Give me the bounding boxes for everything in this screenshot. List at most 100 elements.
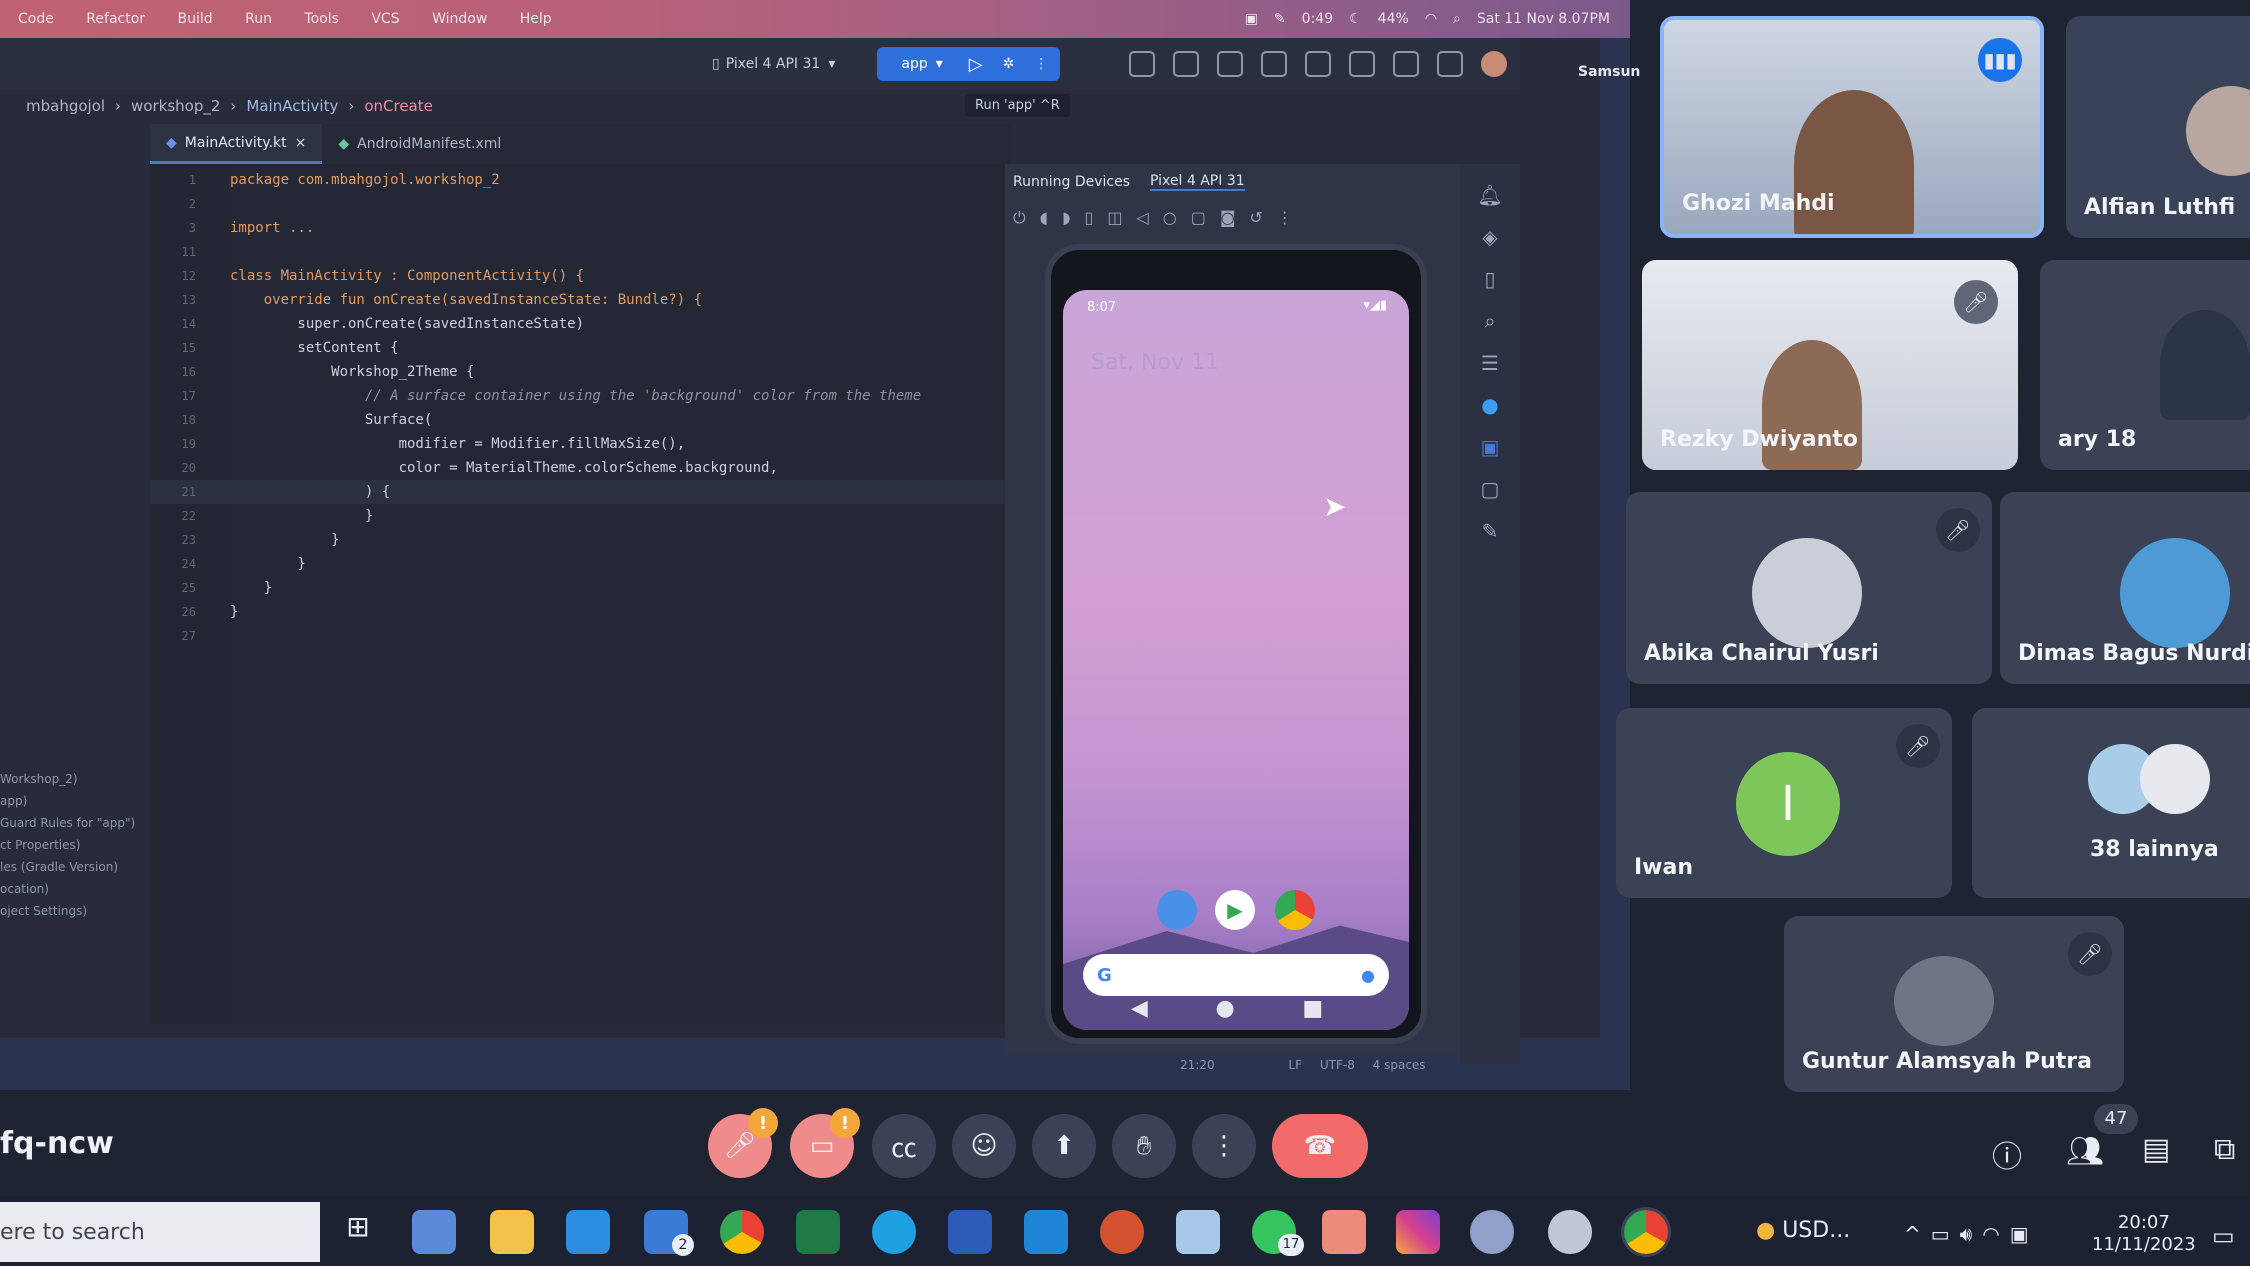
avd-icon[interactable] xyxy=(1305,51,1332,77)
participant-tile[interactable]: 🎤︎ Guntur Alamsyah Putra xyxy=(1784,916,2124,1092)
raise-hand-button[interactable]: ✋︎ xyxy=(1112,1114,1176,1178)
present-button[interactable]: ⬆ xyxy=(1032,1114,1096,1178)
code-line[interactable]: 20 color = MaterialTheme.colorScheme.bac… xyxy=(150,456,1010,480)
tab-mainactivity[interactable]: ◆ MainActivity.kt × xyxy=(150,124,323,164)
structure-icon[interactable]: ☰ xyxy=(1460,342,1520,384)
code-line[interactable]: 21 ) { xyxy=(150,480,1010,504)
menu-refactor[interactable]: Refactor xyxy=(86,11,145,27)
taskbar-search-input[interactable]: ere to search xyxy=(0,1202,320,1262)
code-line[interactable]: 12 class MainActivity : ComponentActivity… xyxy=(150,264,1010,288)
instagram-icon[interactable] xyxy=(1396,1210,1440,1254)
taskbar-clock[interactable]: 20:07 11/11/2023 xyxy=(2092,1212,2196,1256)
mic-icon[interactable]: ● xyxy=(1361,966,1375,985)
menu-help[interactable]: Help xyxy=(520,11,552,27)
info-icon[interactable]: ⓘ xyxy=(1992,1132,2022,1176)
search-icon[interactable]: ⌕ xyxy=(1453,11,1461,27)
run-config-selector[interactable]: app ▾ ▷ ✲ ⋮ xyxy=(877,47,1061,81)
participant-tile[interactable]: 🎤︎ Rezky Dwiyanto xyxy=(1642,260,2018,470)
device-explorer-icon[interactable]: ▢ xyxy=(1460,468,1520,510)
menu-vcs[interactable]: VCS xyxy=(371,11,399,27)
notifications-icon[interactable]: ▭ xyxy=(2212,1222,2235,1250)
code-line[interactable]: 14 super.onCreate(savedInstanceState) xyxy=(150,312,1010,336)
project-tree-item[interactable]: ct Properties) xyxy=(0,834,150,856)
code-line[interactable]: 26} xyxy=(150,600,1010,624)
end-call-button[interactable]: ☎︎ xyxy=(1272,1114,1368,1178)
more-icon[interactable]: ⋮ xyxy=(1034,56,1048,72)
participant-tile[interactable]: Dimas Bagus Nurdia xyxy=(2000,492,2250,684)
code-line[interactable]: 11 xyxy=(150,240,1010,264)
file-explorer-icon[interactable] xyxy=(490,1210,534,1254)
edit-icon[interactable]: ✎ xyxy=(1460,510,1520,552)
word-icon[interactable] xyxy=(948,1210,992,1254)
wifi-icon[interactable]: ◠ xyxy=(1425,11,1437,27)
profiler-icon[interactable] xyxy=(1173,51,1200,77)
recents-icon[interactable]: ■ xyxy=(1302,996,1323,1021)
excel-icon[interactable] xyxy=(796,1210,840,1254)
back-icon[interactable]: ◀ xyxy=(1131,996,1148,1021)
search-icon[interactable] xyxy=(1393,51,1420,77)
translate-icon[interactable] xyxy=(1349,51,1376,77)
menu-run[interactable]: Run xyxy=(245,11,272,27)
system-tray-icons[interactable]: ^▭🔊︎◠▣ xyxy=(1904,1222,2039,1246)
participant-tile[interactable]: ▮▮▮ Ghozi Mahdi xyxy=(1660,16,2044,238)
code-line[interactable]: 25 } xyxy=(150,576,1010,600)
app-icon[interactable] xyxy=(1322,1210,1366,1254)
project-tree-item[interactable]: app) xyxy=(0,790,150,812)
tab-running-devices[interactable]: Running Devices xyxy=(1013,174,1130,190)
menu-build[interactable]: Build xyxy=(177,11,212,27)
code-line[interactable]: 18 Surface( xyxy=(150,408,1010,432)
play-store-icon[interactable]: ▶ xyxy=(1215,890,1255,930)
code-line[interactable]: 17 // A surface container using the 'bac… xyxy=(150,384,1010,408)
code-line[interactable]: 3 import ... xyxy=(150,216,1010,240)
project-tree-item[interactable]: Guard Rules for "app") xyxy=(0,812,150,834)
cursor-position[interactable]: 21:20 xyxy=(1180,1058,1215,1072)
remote-desktop-icon[interactable] xyxy=(566,1210,610,1254)
close-icon[interactable]: × xyxy=(295,135,307,151)
breadcrumb-item[interactable]: mbahgojol xyxy=(26,97,105,115)
sync-icon[interactable] xyxy=(1129,51,1156,77)
project-tree-item[interactable]: Workshop_2) xyxy=(0,768,150,790)
code-line[interactable]: 1 package com.mbahgojol.workshop_2 xyxy=(150,168,1010,192)
project-tree-item[interactable]: les (Gradle Version) xyxy=(0,856,150,878)
code-line[interactable]: 24 } xyxy=(150,552,1010,576)
home-icon[interactable]: ● xyxy=(1215,996,1234,1021)
device-manager-icon[interactable]: ▯ xyxy=(1460,258,1520,300)
participant-tile[interactable]: I 🎤︎ Iwan xyxy=(1616,708,1952,898)
indent-setting[interactable]: 4 spaces xyxy=(1373,1058,1426,1072)
gemini-icon[interactable]: ● xyxy=(1460,384,1520,426)
screen-share-icon[interactable]: ▣ xyxy=(1245,11,1258,27)
code-editor[interactable]: 1 package com.mbahgojol.workshop_2 2 3 impor… xyxy=(150,164,1010,1024)
eraser-icon[interactable] xyxy=(1176,1210,1220,1254)
code-line[interactable]: 27 xyxy=(150,624,1010,648)
pen-icon[interactable]: ✎ xyxy=(1274,11,1286,27)
settings-icon[interactable] xyxy=(1437,51,1464,77)
others-tile[interactable]: 38 lainnya xyxy=(1972,708,2250,898)
search-icon[interactable]: ⌕ xyxy=(1460,300,1520,342)
run-icon[interactable]: ▷ xyxy=(969,54,983,75)
gradle-icon[interactable]: ◈ xyxy=(1460,216,1520,258)
skype-icon[interactable] xyxy=(872,1210,916,1254)
activities-icon[interactable]: ⧉ xyxy=(2214,1132,2235,1167)
task-view-icon[interactable]: ⊞ xyxy=(336,1210,380,1254)
more-options-button[interactable]: ⋮ xyxy=(1192,1114,1256,1178)
messages-app-icon[interactable] xyxy=(1157,890,1197,930)
chrome-profile-icon[interactable] xyxy=(1470,1210,1514,1254)
chat-icon[interactable]: ▤ xyxy=(2142,1132,2170,1167)
chrome-icon[interactable] xyxy=(720,1210,764,1254)
code-line[interactable]: 13 override fun onCreate(savedInstanceSt… xyxy=(150,288,1010,312)
code-line[interactable]: 16 Workshop_2Theme { xyxy=(150,360,1010,384)
participant-tile[interactable]: ary 18 xyxy=(2040,260,2250,470)
chrome-icon[interactable] xyxy=(1275,890,1315,930)
code-line[interactable]: 2 xyxy=(150,192,1010,216)
people-icon[interactable]: 👥︎ xyxy=(2066,1134,2104,1169)
tab-manifest[interactable]: ◆ AndroidManifest.xml xyxy=(322,124,517,164)
menu-tools[interactable]: Tools xyxy=(304,11,339,27)
phone-screen[interactable]: 8:07 ▾◢▮ Sat, Nov 11 ➤ ▶ G ● xyxy=(1063,290,1409,1030)
notifications-icon[interactable]: 🔔︎ xyxy=(1460,174,1520,216)
google-search-bar[interactable]: G ● xyxy=(1083,954,1389,996)
currency-widget[interactable]: ● USD... xyxy=(1756,1218,1850,1243)
device-selector[interactable]: ▯ Pixel 4 API 31 ▾ xyxy=(700,47,847,81)
app-icon[interactable] xyxy=(1548,1210,1592,1254)
avatar[interactable] xyxy=(1481,51,1508,77)
line-separator[interactable]: LF xyxy=(1288,1058,1302,1072)
